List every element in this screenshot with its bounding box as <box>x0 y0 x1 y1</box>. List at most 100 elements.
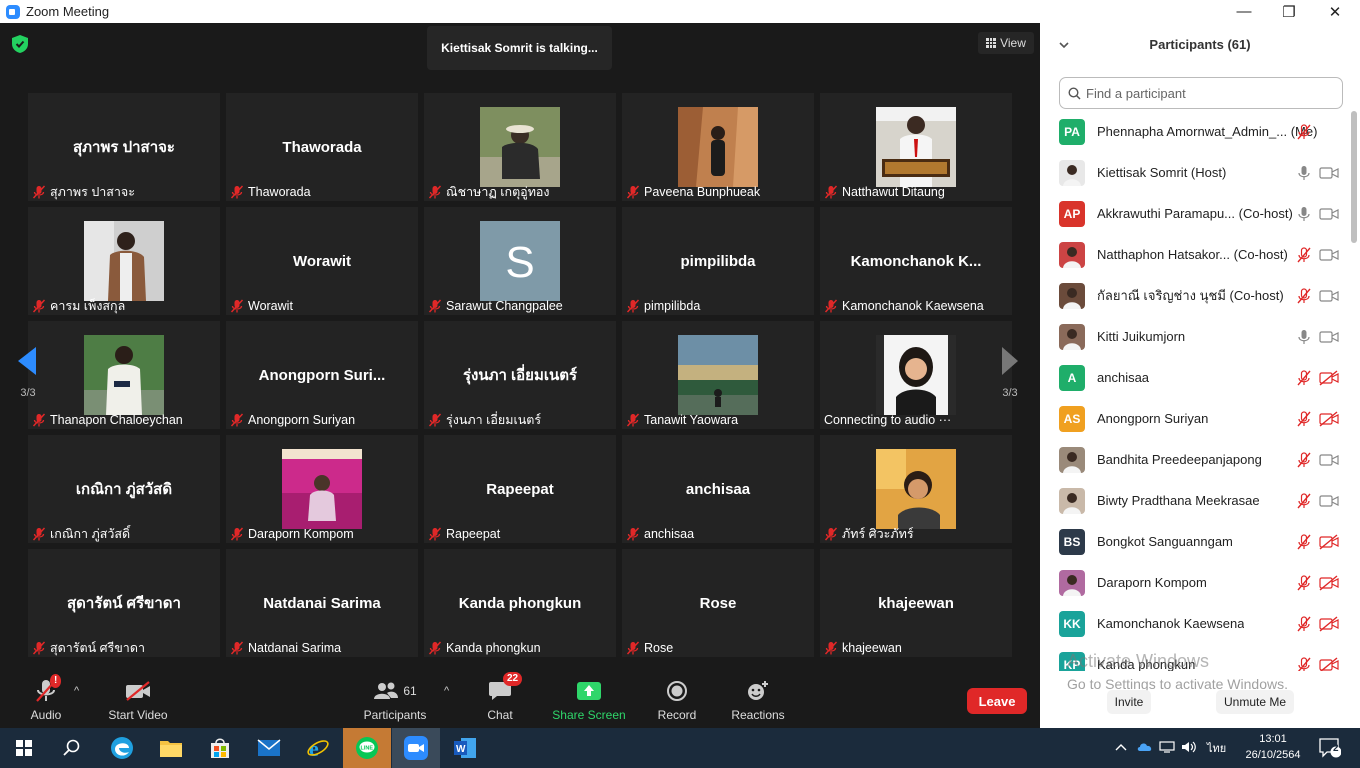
microphone-muted-icon[interactable] <box>1296 492 1312 509</box>
mail-taskbar-button[interactable] <box>245 728 293 768</box>
participant-row[interactable]: Bandhita Preedeepanjapong <box>1040 439 1350 480</box>
zoom-taskbar-button[interactable] <box>392 728 440 768</box>
network-icon[interactable] <box>1159 740 1175 756</box>
close-button[interactable]: ✕ <box>1312 0 1358 23</box>
video-tile[interactable]: pimpilibda pimpilibda <box>622 207 814 315</box>
participant-row[interactable]: BS Bongkot Sanguanngam <box>1040 521 1350 562</box>
microphone-muted-icon[interactable] <box>1296 246 1312 263</box>
participant-search[interactable] <box>1059 77 1343 109</box>
video-tile[interactable]: Daraporn Kompom <box>226 435 418 543</box>
participant-row[interactable]: KK Kamonchanok Kaewsena <box>1040 603 1350 644</box>
microphone-muted-icon[interactable] <box>1296 369 1312 386</box>
microphone-muted-icon[interactable] <box>1296 410 1312 427</box>
internet-explorer-taskbar-button[interactable]: e <box>294 728 342 768</box>
participant-row[interactable]: AP Akkrawuthi Paramapu... (Co-host) <box>1040 193 1350 234</box>
microphone-muted-icon[interactable] <box>1296 533 1312 550</box>
video-tile[interactable]: Thanapon Chaloeychan <box>28 321 220 429</box>
record-button[interactable]: Record <box>655 671 699 728</box>
tray-overflow-chevron-icon[interactable] <box>1115 742 1127 754</box>
video-tile[interactable]: รุ่งนภา เอี่ยมเนตร์ รุ่งนภา เอี่ยมเนตร์ <box>424 321 616 429</box>
file-explorer-taskbar-button[interactable] <box>147 728 195 768</box>
start-button[interactable] <box>0 728 48 768</box>
microphone-muted-icon[interactable] <box>1296 451 1312 468</box>
video-tile[interactable]: ณิชาษาฏ เกตุอู่ทอง <box>424 93 616 201</box>
video-tile[interactable]: คารม เพ็งสกุล <box>28 207 220 315</box>
participant-row[interactable]: AS Anongporn Suriyan <box>1040 398 1350 439</box>
microphone-icon[interactable] <box>1296 329 1312 345</box>
audio-button[interactable]: ! Audio <box>25 671 67 728</box>
maximize-button[interactable]: ❐ <box>1266 0 1312 23</box>
video-tile[interactable]: khajeewan khajeewan <box>820 549 1012 657</box>
video-tile[interactable]: Connecting to audio ··· <box>820 321 1012 429</box>
microphone-muted-icon <box>230 527 244 541</box>
onedrive-icon[interactable] <box>1137 742 1153 755</box>
edge-icon <box>111 737 133 759</box>
taskbar-clock[interactable]: 13:01 26/10/2564 <box>1240 731 1306 763</box>
participant-row[interactable]: Daraporn Kompom <box>1040 562 1350 603</box>
video-tile[interactable]: Kanda phongkun Kanda phongkun <box>424 549 616 657</box>
audio-options-chevron-icon[interactable]: ^ <box>74 685 79 697</box>
participant-row[interactable]: Biwty Pradthana Meekrasae <box>1040 480 1350 521</box>
security-shield-icon[interactable] <box>12 35 28 53</box>
participant-row[interactable]: Aanchisaa <box>1040 357 1350 398</box>
participant-name: Anongporn Suriyan <box>1097 411 1208 426</box>
participant-row[interactable]: Natthaphon Hatsakor... (Co-host) <box>1040 234 1350 275</box>
view-button[interactable]: View <box>978 32 1034 54</box>
video-tile[interactable]: สุดารัตน์ ศรีขาดา สุดารัตน์ ศรีขาดา <box>28 549 220 657</box>
video-tile[interactable]: Rapeepat Rapeepat <box>424 435 616 543</box>
video-tile[interactable]: เกณิกา ภู่สวัสดิ เกณิกา ภู่สวัสดิ์ <box>28 435 220 543</box>
microphone-muted-icon[interactable] <box>1296 656 1312 671</box>
microphone-icon[interactable] <box>1296 206 1312 222</box>
video-tile[interactable]: สุภาพร ปาสาจะ สุภาพร ปาสาจะ <box>28 93 220 201</box>
video-tile[interactable]: Worawit Worawit <box>226 207 418 315</box>
microphone-muted-icon[interactable] <box>1296 287 1312 304</box>
participant-list-scrollbar[interactable] <box>1350 111 1358 671</box>
participants-button[interactable]: 61 Participants <box>361 671 429 728</box>
video-tile[interactable]: Thaworada Thaworada <box>226 93 418 201</box>
minimize-button[interactable]: — <box>1221 0 1267 23</box>
line-taskbar-button[interactable]: LINE <box>343 728 391 768</box>
chat-button[interactable]: 22 Chat <box>480 671 523 728</box>
search-input[interactable] <box>1086 85 1326 101</box>
microphone-muted-icon[interactable] <box>1296 123 1312 140</box>
store-taskbar-button[interactable] <box>196 728 244 768</box>
notifications-button[interactable]: 2 <box>1308 728 1352 768</box>
tile-name-bar: Paveena Bunphueak <box>626 183 810 201</box>
reactions-button[interactable]: Reactions <box>730 671 786 728</box>
participants-options-chevron-icon[interactable]: ^ <box>444 685 449 697</box>
video-tile[interactable]: Kamonchanok K... Kamonchanok Kaewsena <box>820 207 1012 315</box>
video-tile[interactable]: Tanawit Yaowara <box>622 321 814 429</box>
participant-row[interactable]: PA Phennapha Amornwat_Admin_... (Me) <box>1040 111 1350 152</box>
video-tile[interactable]: S Sarawut Changpalee <box>424 207 616 315</box>
microphone-icon[interactable] <box>1296 165 1312 181</box>
search-taskbar-button[interactable] <box>48 728 96 768</box>
svg-text:S: S <box>505 238 534 287</box>
invite-button[interactable]: Invite <box>1107 690 1151 714</box>
share-screen-button[interactable]: Share Screen <box>551 671 627 728</box>
video-tile[interactable]: ภัทร์ ศิวะภัทร์ <box>820 435 1012 543</box>
view-label: View <box>1000 36 1026 50</box>
leave-button[interactable]: Leave <box>967 688 1027 714</box>
previous-page-button[interactable]: 3/3 <box>8 328 48 418</box>
participant-row[interactable]: Kitti Juikumjorn <box>1040 316 1350 357</box>
participant-row[interactable]: Kiettisak Somrit (Host) <box>1040 152 1350 193</box>
volume-icon[interactable] <box>1181 741 1197 756</box>
input-language[interactable]: ไทย <box>1207 739 1226 757</box>
video-tile[interactable]: Natthawut Ditaung <box>820 93 1012 201</box>
microphone-muted-icon <box>824 299 838 313</box>
start-video-button[interactable]: Start Video <box>103 671 173 728</box>
video-tile[interactable]: Paveena Bunphueak <box>622 93 814 201</box>
video-tile[interactable]: Anongporn Suri... Anongporn Suriyan <box>226 321 418 429</box>
word-taskbar-button[interactable]: W <box>441 728 489 768</box>
participant-video-frame <box>876 449 956 529</box>
participant-row[interactable]: กัลยาณี เจริญช่าง นุชมี (Co-host) <box>1040 275 1350 316</box>
edge-taskbar-button[interactable] <box>98 728 146 768</box>
next-page-button[interactable]: 3/3 <box>990 328 1030 418</box>
microphone-muted-icon[interactable] <box>1296 615 1312 632</box>
video-tile[interactable]: Rose Rose <box>622 549 814 657</box>
video-camera-icon <box>1319 165 1339 181</box>
microphone-muted-icon[interactable] <box>1296 574 1312 591</box>
video-tile[interactable]: Natdanai Sarima Natdanai Sarima <box>226 549 418 657</box>
unmute-me-button[interactable]: Unmute Me <box>1216 690 1294 714</box>
video-tile[interactable]: anchisaa anchisaa <box>622 435 814 543</box>
